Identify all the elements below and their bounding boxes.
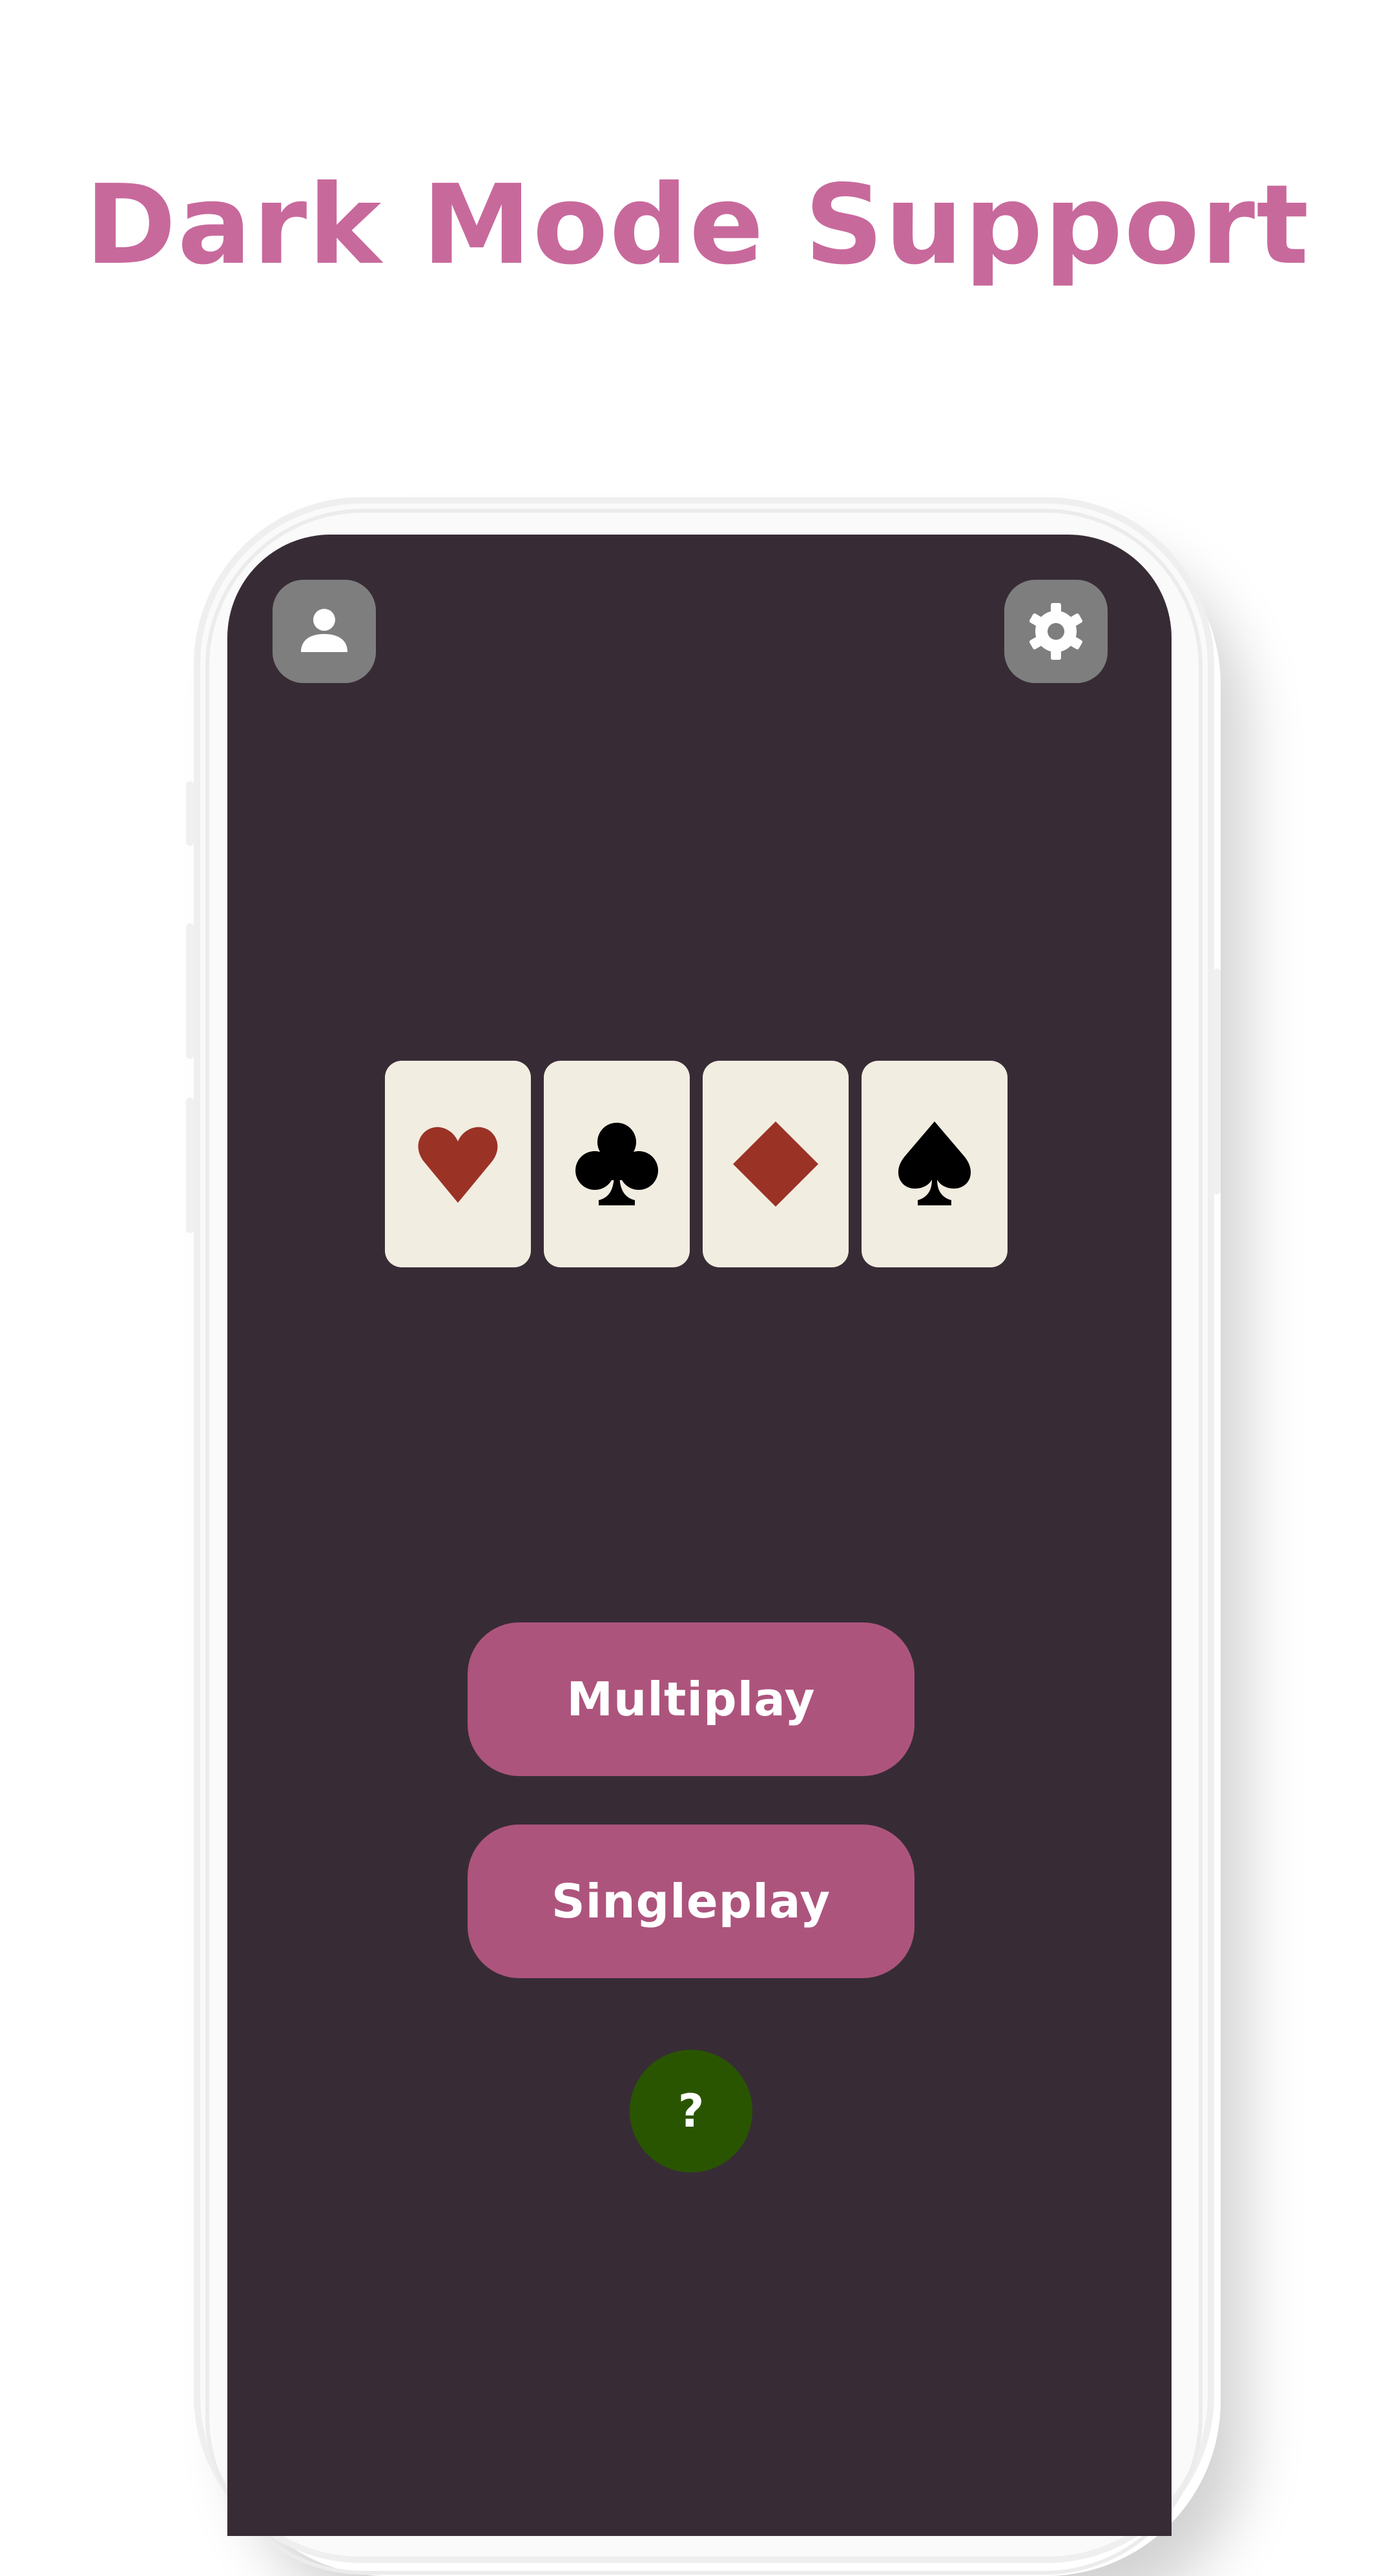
phone-side-button-mute (186, 781, 194, 846)
gear-icon (1029, 603, 1083, 660)
help-button[interactable]: ? (630, 2050, 752, 2172)
diamond-icon (733, 1121, 818, 1207)
settings-button[interactable] (1004, 580, 1108, 683)
phone-side-button-volume-down (186, 1098, 194, 1233)
profile-button[interactable] (273, 580, 376, 683)
card-hearts (385, 1061, 531, 1267)
multiplay-button[interactable]: Multiplay (468, 1622, 914, 1776)
club-icon (575, 1123, 658, 1205)
person-icon (301, 609, 347, 652)
card-spades (862, 1061, 1008, 1267)
phone-side-button-power (1213, 968, 1221, 1194)
card-diamonds (703, 1061, 849, 1267)
spade-icon (898, 1121, 971, 1205)
phone-side-button-volume-up (186, 923, 194, 1059)
app-screen: Multiplay Singleplay ? (227, 535, 1172, 2536)
singleplay-button[interactable]: Singleplay (468, 1825, 914, 1978)
suit-cards (385, 1061, 1008, 1267)
headline: Dark Mode Support (85, 161, 1310, 289)
heart-icon (418, 1127, 498, 1203)
card-clubs (544, 1061, 690, 1267)
